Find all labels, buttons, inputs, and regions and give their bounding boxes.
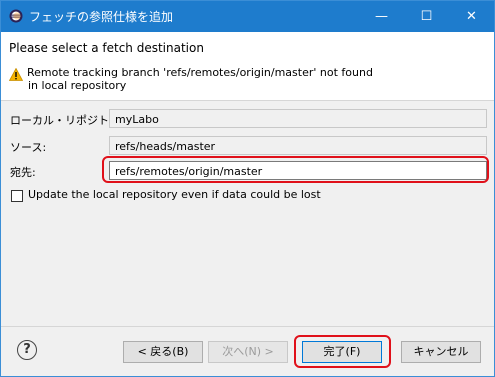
window-title: フェッチの参照仕様を追加: [29, 10, 174, 24]
eclipse-icon: [9, 9, 23, 23]
page-title: Please select a fetch destination: [9, 41, 204, 55]
local-repository-field: myLabo: [109, 109, 487, 128]
destination-highlight: [102, 156, 489, 183]
update-local-repository-label[interactable]: Update the local repository even if data…: [28, 188, 321, 201]
destination-label: 宛先:: [10, 166, 36, 179]
minimize-button[interactable]: —: [359, 1, 404, 32]
footer-separator: [1, 326, 494, 327]
cancel-button[interactable]: キャンセル: [401, 341, 481, 363]
maximize-button[interactable]: ☐: [404, 1, 449, 32]
next-button[interactable]: 次へ(N) >: [208, 341, 288, 363]
back-button[interactable]: < 戻る(B): [123, 341, 203, 363]
warning-line-2: in local repository: [28, 79, 127, 92]
source-field: refs/heads/master: [109, 136, 487, 155]
help-icon[interactable]: ?: [17, 340, 37, 360]
wizard-header: Please select a fetch destination Remote…: [1, 32, 494, 101]
title-bar[interactable]: フェッチの参照仕様を追加 — ☐ ✕: [1, 1, 494, 32]
warning-message: Remote tracking branch 'refs/remotes/ori…: [27, 66, 373, 92]
update-local-repository-checkbox[interactable]: [11, 190, 23, 202]
close-button[interactable]: ✕: [449, 1, 494, 32]
warning-icon: [9, 68, 23, 81]
finish-highlight: [294, 335, 391, 368]
source-label: ソース:: [10, 141, 47, 154]
dialog-window: フェッチの参照仕様を追加 — ☐ ✕ Please select a fetch…: [0, 0, 495, 377]
warning-line-1: Remote tracking branch 'refs/remotes/ori…: [27, 66, 373, 79]
